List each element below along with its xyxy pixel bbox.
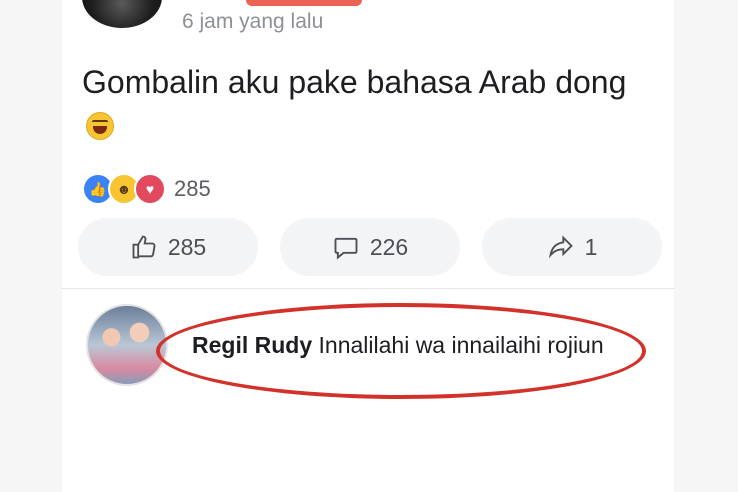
love-reaction-icon: ♥ <box>134 173 166 205</box>
comment-count: 226 <box>369 233 409 260</box>
comment-author[interactable]: Regil Rudy <box>192 332 312 358</box>
post-text-content: Gombalin aku pake bahasa Arab dong <box>82 64 627 100</box>
comment-item: Regil Rudy Innalilahi wa innailaihi roji… <box>86 300 646 390</box>
like-button[interactable]: 285 <box>78 218 258 276</box>
post-actions: 285 226 1 <box>78 218 662 278</box>
commenter-avatar[interactable] <box>86 304 168 386</box>
reaction-count: 285 <box>174 176 211 201</box>
post-timestamp[interactable]: 6 jam yang lalu <box>182 10 323 34</box>
reaction-summary[interactable]: 👍 ☻ ♥ 285 <box>82 173 211 205</box>
laughing-emoji-icon <box>86 112 114 140</box>
comment-button[interactable]: 226 <box>280 218 460 276</box>
section-divider <box>62 288 674 289</box>
share-arrow-icon <box>548 235 573 259</box>
redaction-scribble <box>246 0 362 6</box>
comment-bubble-icon <box>334 237 358 260</box>
share-button[interactable]: 1 <box>482 218 662 276</box>
post-text: Gombalin aku pake bahasa Arab dong <box>82 60 642 148</box>
share-count: 1 <box>584 233 598 260</box>
like-count: 285 <box>167 233 207 260</box>
comment-body: Regil Rudy Innalilahi wa innailaihi roji… <box>192 332 604 359</box>
comment-text: Innalilahi wa innailaihi rojiun <box>318 331 604 358</box>
thumbs-up-icon <box>132 235 156 259</box>
